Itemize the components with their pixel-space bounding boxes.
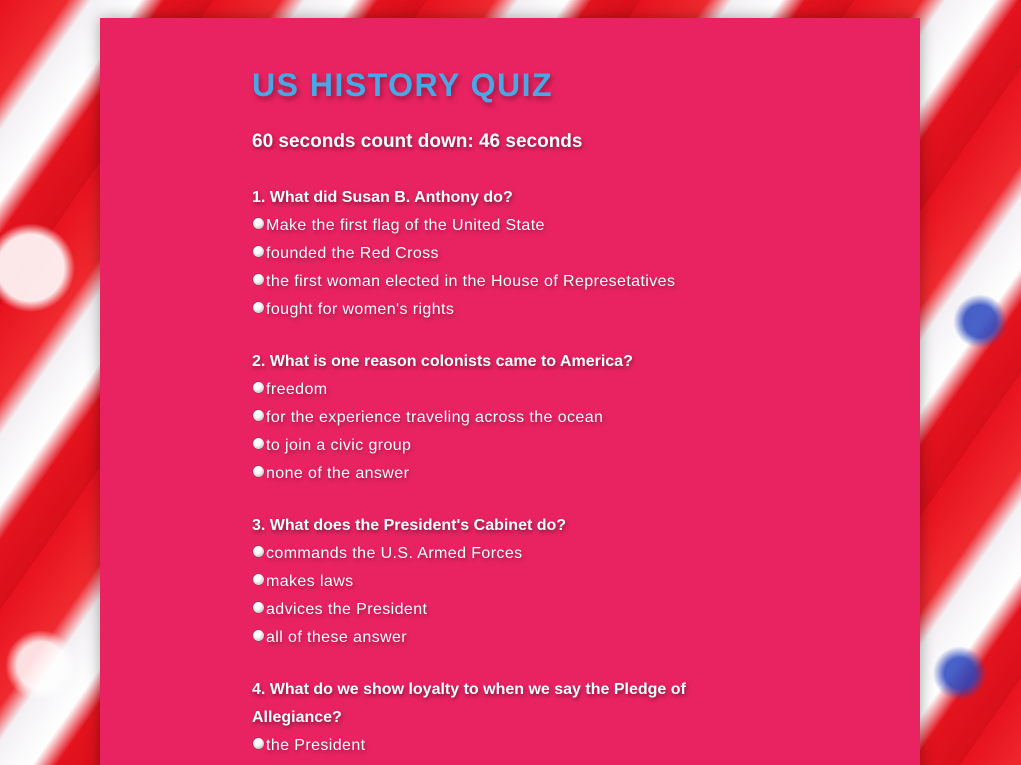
question-text: 3. What does the President's Cabinet do?: [252, 517, 567, 534]
question-1: 1. What did Susan B. Anthony do? Make th…: [252, 184, 722, 324]
question-4: 4. What do we show loyalty to when we sa…: [252, 676, 722, 760]
answer-option[interactable]: makes laws: [252, 568, 722, 596]
answer-label: none of the answer: [266, 465, 410, 482]
answer-label: to join a civic group: [266, 437, 412, 454]
answer-label: founded the Red Cross: [266, 245, 439, 262]
answer-option[interactable]: none of the answer: [252, 460, 722, 488]
radio-button[interactable]: [253, 629, 264, 641]
radio-button[interactable]: [253, 573, 264, 585]
question-text: 2. What is one reason colonists came to …: [252, 353, 633, 370]
quiz-panel: US HISTORY QUIZ 60 seconds count down: 4…: [100, 18, 920, 765]
radio-button[interactable]: [253, 217, 264, 229]
answer-option[interactable]: all of these answer: [252, 624, 722, 652]
answer-label: for the experience traveling across the …: [266, 409, 604, 426]
question-text: 4. What do we show loyalty to when we sa…: [252, 681, 686, 726]
answer-option[interactable]: the first woman elected in the House of …: [252, 268, 722, 296]
answer-label: Make the first flag of the United State: [266, 217, 545, 234]
answer-label: the President: [266, 737, 366, 754]
answer-option[interactable]: founded the Red Cross: [252, 240, 722, 268]
question-2: 2. What is one reason colonists came to …: [252, 348, 722, 488]
answer-option[interactable]: freedom: [252, 376, 722, 404]
answer-label: commands the U.S. Armed Forces: [266, 545, 523, 562]
question-text: 1. What did Susan B. Anthony do?: [252, 189, 513, 206]
countdown-timer: 60 seconds count down: 46 seconds: [252, 131, 583, 152]
quiz-title: US HISTORY QUIZ: [252, 67, 554, 103]
question-3: 3. What does the President's Cabinet do?…: [252, 512, 722, 652]
radio-button[interactable]: [253, 301, 264, 313]
radio-button[interactable]: [253, 545, 264, 557]
radio-button[interactable]: [253, 273, 264, 285]
radio-button[interactable]: [253, 409, 264, 421]
radio-button[interactable]: [253, 601, 264, 613]
radio-button[interactable]: [253, 437, 264, 449]
answer-option[interactable]: the President: [252, 732, 722, 760]
radio-button[interactable]: [253, 381, 264, 393]
answer-label: advices the President: [266, 601, 428, 618]
answer-option[interactable]: fought for women's rights: [252, 296, 722, 324]
answer-label: the first woman elected in the House of …: [266, 273, 676, 290]
quiz-content: US HISTORY QUIZ 60 seconds count down: 4…: [252, 66, 722, 760]
answer-label: freedom: [266, 381, 328, 398]
radio-button[interactable]: [253, 245, 264, 257]
answer-label: all of these answer: [266, 629, 408, 646]
radio-button[interactable]: [253, 737, 264, 749]
answer-option[interactable]: Make the first flag of the United State: [252, 212, 722, 240]
answer-label: makes laws: [266, 573, 354, 590]
answer-option[interactable]: commands the U.S. Armed Forces: [252, 540, 722, 568]
radio-button[interactable]: [253, 465, 264, 477]
answer-option[interactable]: to join a civic group: [252, 432, 722, 460]
answer-option[interactable]: advices the President: [252, 596, 722, 624]
answer-label: fought for women's rights: [266, 301, 455, 318]
answer-option[interactable]: for the experience traveling across the …: [252, 404, 722, 432]
